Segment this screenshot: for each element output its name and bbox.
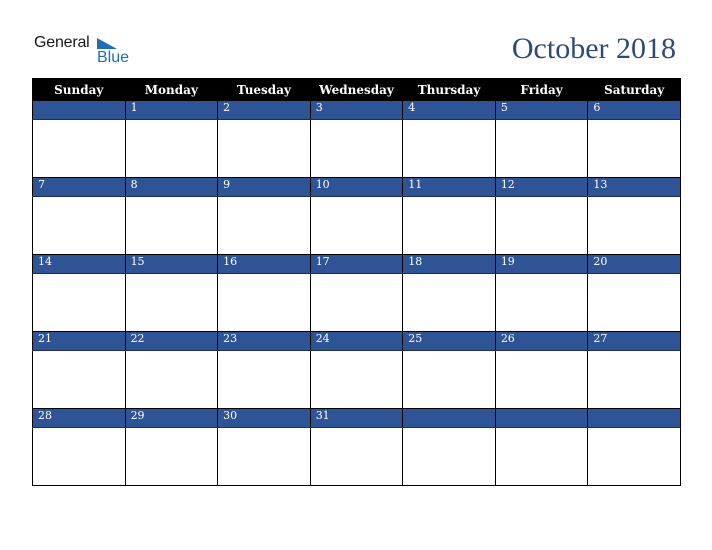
day-number: 1 (124, 101, 219, 120)
day-number: 31 (309, 408, 404, 428)
week-date-band: 28 29 30 31 (32, 408, 681, 428)
day-number: 14 (32, 254, 126, 274)
day-number: 24 (309, 331, 404, 351)
week-body-row (32, 350, 681, 409)
generalblue-logo: General Blue (34, 34, 129, 70)
day-cell[interactable] (32, 427, 126, 486)
logo-text-blue: Blue (97, 49, 130, 66)
day-cell[interactable] (217, 427, 311, 486)
day-cell[interactable] (402, 350, 496, 409)
day-cell[interactable] (217, 350, 311, 409)
day-cell[interactable] (587, 196, 681, 255)
week-body-row (32, 273, 681, 332)
day-number: 4 (402, 101, 496, 120)
day-cell[interactable] (402, 196, 496, 255)
weekday-header: Sunday (32, 78, 126, 101)
day-cell[interactable] (309, 273, 404, 332)
day-number: 15 (124, 254, 219, 274)
day-cell[interactable] (217, 196, 311, 255)
day-cell[interactable] (124, 427, 219, 486)
day-cell[interactable] (494, 350, 589, 409)
weekday-header: Thursday (402, 78, 496, 101)
day-number (402, 408, 496, 428)
day-number (587, 408, 681, 428)
day-number: 29 (124, 408, 219, 428)
day-number: 25 (402, 331, 496, 351)
day-cell[interactable] (32, 196, 126, 255)
day-number: 2 (217, 101, 311, 120)
week-date-band: 7 8 9 10 11 12 13 (32, 177, 681, 197)
day-number: 22 (124, 331, 219, 351)
day-cell[interactable] (309, 427, 404, 486)
day-cell[interactable] (587, 350, 681, 409)
day-number: 16 (217, 254, 311, 274)
week-date-band: 21 22 23 24 25 26 27 (32, 331, 681, 351)
day-number: 18 (402, 254, 496, 274)
day-cell[interactable] (402, 119, 496, 178)
day-number: 6 (587, 101, 681, 120)
day-number: 23 (217, 331, 311, 351)
day-number: 12 (494, 177, 589, 197)
day-cell[interactable] (587, 119, 681, 178)
day-number: 19 (494, 254, 589, 274)
day-cell[interactable] (494, 119, 589, 178)
day-number: 20 (587, 254, 681, 274)
day-cell[interactable] (124, 196, 219, 255)
day-number: 8 (124, 177, 219, 197)
day-cell[interactable] (587, 273, 681, 332)
week-date-band: 14 15 16 17 18 19 20 (32, 254, 681, 274)
day-cell[interactable] (494, 427, 589, 486)
day-cell[interactable] (402, 427, 496, 486)
day-number: 28 (32, 408, 126, 428)
day-cell[interactable] (402, 273, 496, 332)
day-cell[interactable] (587, 427, 681, 486)
day-number: 26 (494, 331, 589, 351)
day-number: 30 (217, 408, 311, 428)
day-cell[interactable] (309, 350, 404, 409)
day-cell[interactable] (124, 119, 219, 178)
day-number: 5 (494, 101, 589, 120)
month-title: October 2018 (511, 32, 676, 65)
day-cell[interactable] (32, 273, 126, 332)
day-cell[interactable] (494, 196, 589, 255)
day-cell[interactable] (309, 119, 404, 178)
day-number: 7 (32, 177, 126, 197)
weekday-header: Friday (494, 78, 589, 101)
day-cell[interactable] (32, 350, 126, 409)
day-number (494, 408, 589, 428)
day-number: 13 (587, 177, 681, 197)
day-number: 10 (309, 177, 404, 197)
weekday-header: Monday (124, 78, 219, 101)
day-cell[interactable] (217, 273, 311, 332)
day-number (32, 101, 126, 120)
logo-triangle-icon (97, 38, 117, 49)
day-number: 17 (309, 254, 404, 274)
day-cell[interactable] (217, 119, 311, 178)
calendar-grid: Sunday Monday Tuesday Wednesday Thursday… (32, 78, 681, 486)
day-number: 27 (587, 331, 681, 351)
week-body-row (32, 427, 681, 486)
day-number: 11 (402, 177, 496, 197)
day-cell[interactable] (494, 273, 589, 332)
weekday-header: Tuesday (217, 78, 311, 101)
day-cell[interactable] (309, 196, 404, 255)
day-cell[interactable] (124, 350, 219, 409)
week-body-row (32, 196, 681, 255)
day-number: 3 (309, 101, 404, 120)
weekday-header: Wednesday (309, 78, 404, 101)
logo-text-general: General (34, 34, 90, 51)
day-number: 9 (217, 177, 311, 197)
week-date-band: 123456 (32, 101, 681, 120)
weekday-header: Saturday (587, 78, 681, 101)
week-body-row (32, 119, 681, 178)
weekday-header-row: Sunday Monday Tuesday Wednesday Thursday… (32, 78, 681, 101)
day-cell[interactable] (124, 273, 219, 332)
day-cell[interactable] (32, 119, 126, 178)
day-number: 21 (32, 331, 126, 351)
